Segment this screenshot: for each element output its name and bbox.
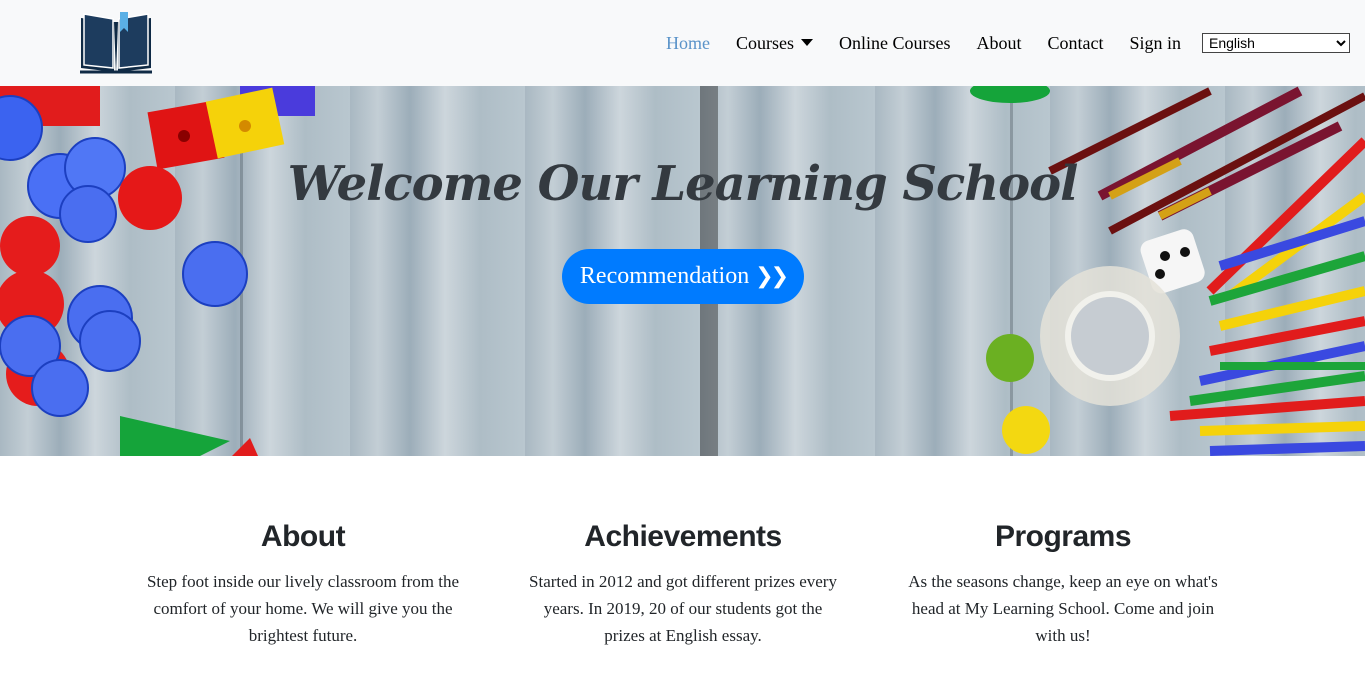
language-select[interactable]: English <box>1202 33 1350 53</box>
nav-contact-link[interactable]: Contact <box>1047 33 1103 54</box>
nav-courses-dropdown[interactable]: Courses <box>736 33 813 54</box>
recommendation-button[interactable]: Recommendation ❯❯ <box>562 249 804 304</box>
achievements-text: Started in 2012 and got different prizes… <box>529 572 837 645</box>
nav-links: Home Courses Online Courses About Contac… <box>640 0 1350 86</box>
programs-heading: Programs <box>994 520 1132 553</box>
nav-courses-label: Courses <box>735 32 794 53</box>
hero-banner: Welcome Our Learning School Recommendati… <box>0 86 1365 456</box>
double-chevron-right-icon: ❯❯ <box>755 264 789 289</box>
recommendation-label: Recommendation <box>579 263 750 289</box>
achievements-heading: Achievements <box>584 520 782 553</box>
about-text: Step foot inside our lively classroom fr… <box>146 572 460 645</box>
open-book-icon[interactable] <box>78 10 154 76</box>
art-supplies-decoration <box>970 86 1365 456</box>
about-heading: About <box>260 520 346 553</box>
toy-pieces-decoration <box>0 86 315 456</box>
nav-about-link[interactable]: About <box>976 33 1021 54</box>
nav-sign-in-link[interactable]: Sign in <box>1129 33 1181 54</box>
navbar: Home Courses Online Courses About Contac… <box>0 0 1365 86</box>
about-section: About Step foot inside our lively classr… <box>143 520 463 649</box>
achievements-section: Achievements Started in 2012 and got dif… <box>523 520 843 649</box>
programs-text: As the seasons change, keep an eye on wh… <box>908 572 1218 645</box>
nav-home-link[interactable]: Home <box>666 33 710 54</box>
caret-down-icon <box>800 38 813 46</box>
hero-title: Welcome Our Learning School <box>287 156 1079 212</box>
programs-section: Programs As the seasons change, keep an … <box>903 520 1223 649</box>
nav-online-courses-link[interactable]: Online Courses <box>839 33 951 54</box>
